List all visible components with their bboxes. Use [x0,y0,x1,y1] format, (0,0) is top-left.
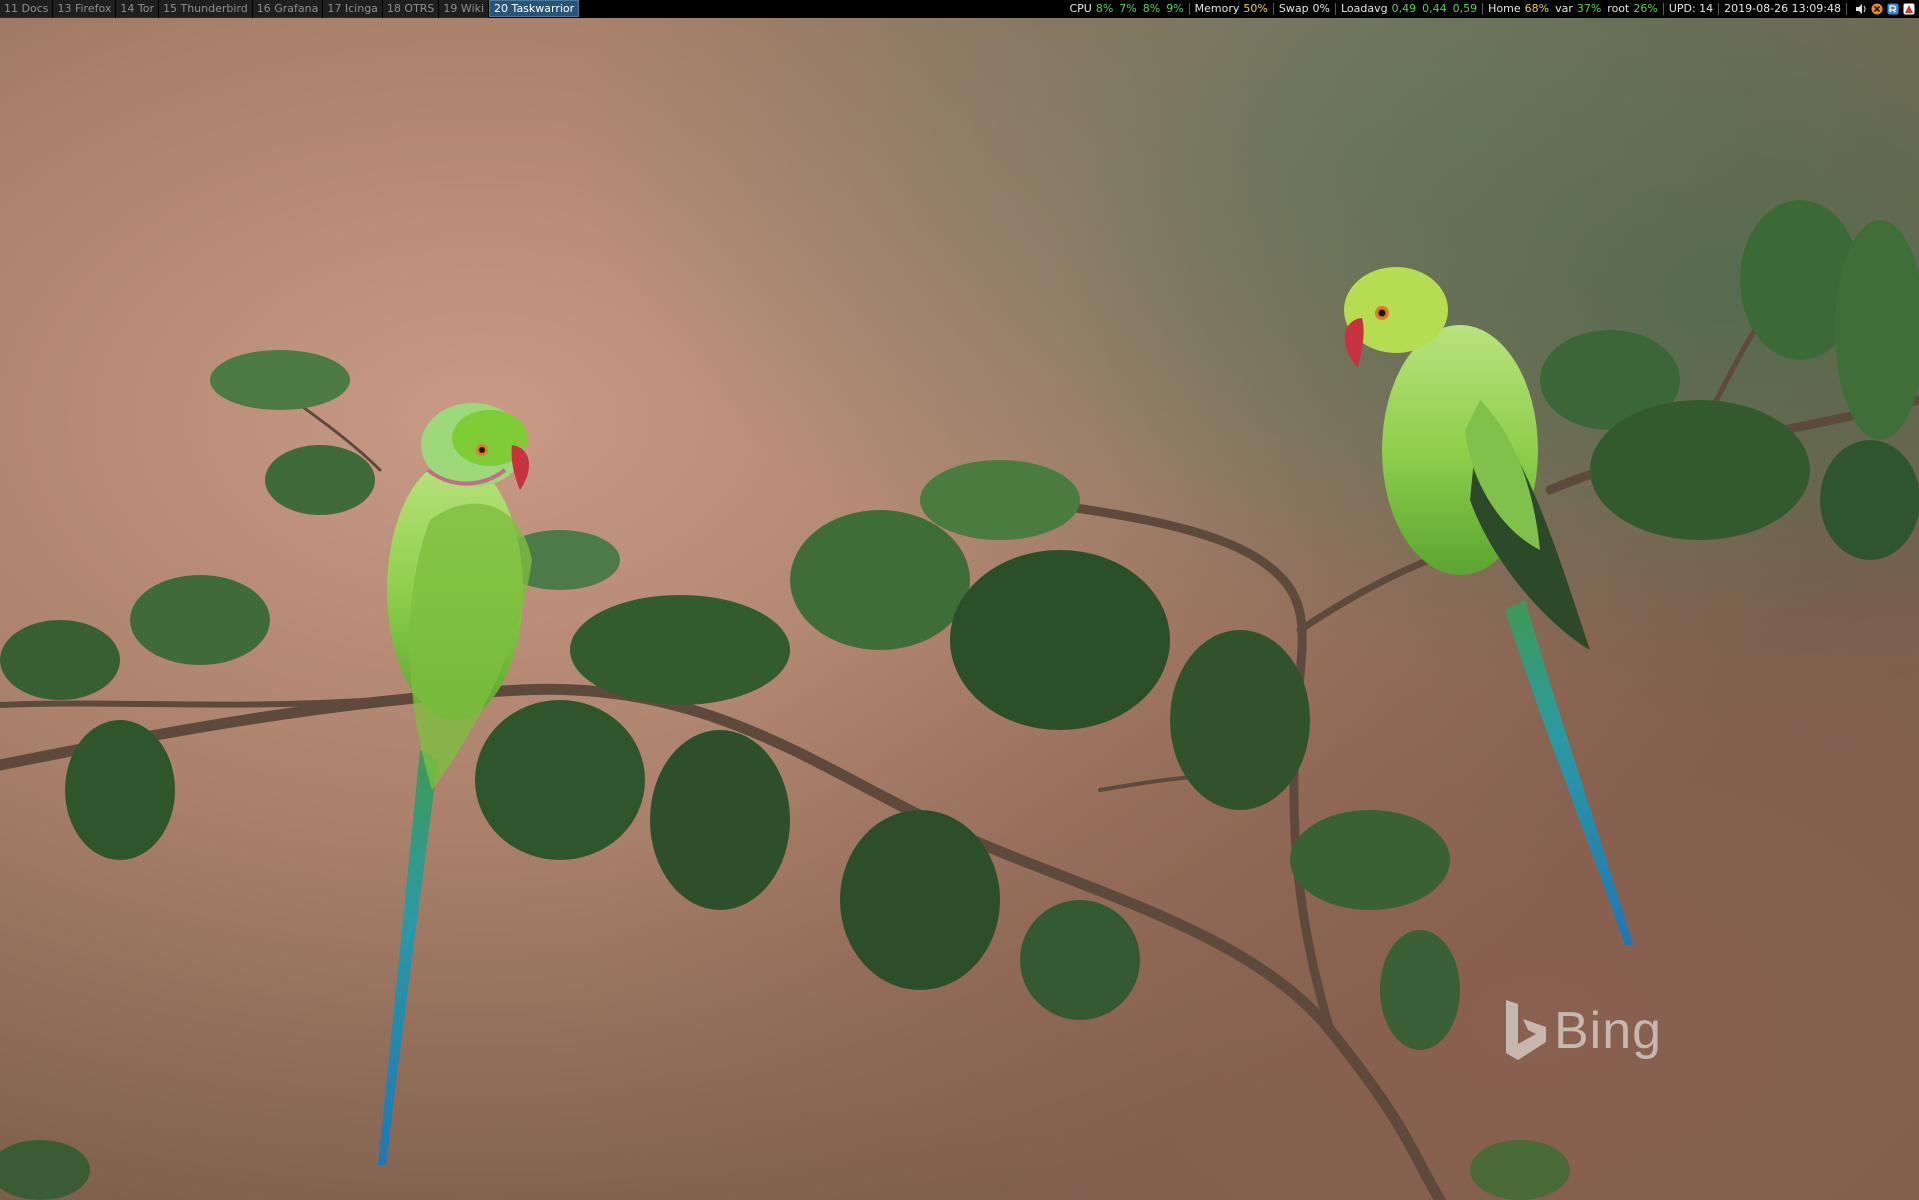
cpu-core-1-value: 8% [1095,2,1114,15]
swap-value: 0% [1312,2,1330,15]
network-error-icon[interactable] [1871,3,1883,15]
disk-home-value: 68% [1524,2,1550,15]
loadavg-5-value: 0,44 [1422,2,1447,15]
disk-home-label: Home [1488,2,1521,15]
workspace-button[interactable]: 11 Docs [0,0,53,18]
loadavg-15-value: 0,59 [1452,2,1478,15]
loadavg-status: Loadavg 0,49 0,44 0,59 [1336,2,1484,15]
disk-var-value: 37% [1576,2,1602,15]
bing-logo-icon [1506,1000,1546,1060]
workspace-button[interactable]: 13 Firefox [53,0,116,18]
cpu-label: CPU [1069,2,1092,15]
update-notifier-icon[interactable] [1887,3,1899,15]
disk-root-value: 26% [1633,2,1658,15]
workspace-list: 11 Docs 13 Firefox 14 Tor 15 Thunderbird… [0,0,580,18]
bing-text: Bing [1554,1002,1663,1060]
app-icon[interactable] [1903,3,1915,15]
workspace-button[interactable]: 14 Tor [116,0,158,18]
workspace-button[interactable]: 16 Grafana [252,0,323,18]
cpu-core-2-value: 7% [1119,2,1137,15]
workspace-button[interactable]: 19 Wiki [439,0,489,18]
workspace-button[interactable]: 17 Icinga [323,0,382,18]
volume-icon[interactable] [1855,3,1867,15]
clock: 2019-08-26 13:09:48 [1719,3,1847,15]
swap-status: Swap 0% [1274,3,1336,15]
disk-status: Home 68% var 37% root 26% [1483,3,1664,15]
cpu-core-4-value: 9% [1166,2,1184,15]
disk-root-label: root [1607,2,1630,15]
datetime-text: 2019-08-26 13:09:48 [1724,2,1841,15]
updates-status: UPD: 14 [1664,2,1720,15]
top-status-bar: 11 Docs 13 Firefox 14 Tor 15 Thunderbird… [0,0,1919,18]
cpu-core-3-value: 8% [1142,2,1161,15]
memory-label: Memory [1194,2,1240,15]
bing-watermark: Bing [1504,998,1662,1064]
status-area: CPU 8% 7% 8% 9% Memory 50% Swap 0% Loada… [1064,0,1915,18]
memory-status: Memory 50% [1190,3,1274,15]
updates-count: UPD: 14 [1668,2,1714,15]
memory-value: 50% [1243,2,1268,15]
system-tray [1851,3,1915,15]
workspace-button-active[interactable]: 20 Taskwarrior [489,0,580,17]
workspace-button[interactable]: 18 OTRS [382,0,439,18]
cpu-status: CPU 8% 7% 8% 9% [1064,2,1190,15]
loadavg-1-value: 0,49 [1391,2,1417,15]
workspace-button[interactable]: 15 Thunderbird [159,0,252,18]
swap-label: Swap [1278,2,1309,15]
loadavg-label: Loadavg [1341,2,1388,15]
disk-var-label: var [1555,2,1573,15]
